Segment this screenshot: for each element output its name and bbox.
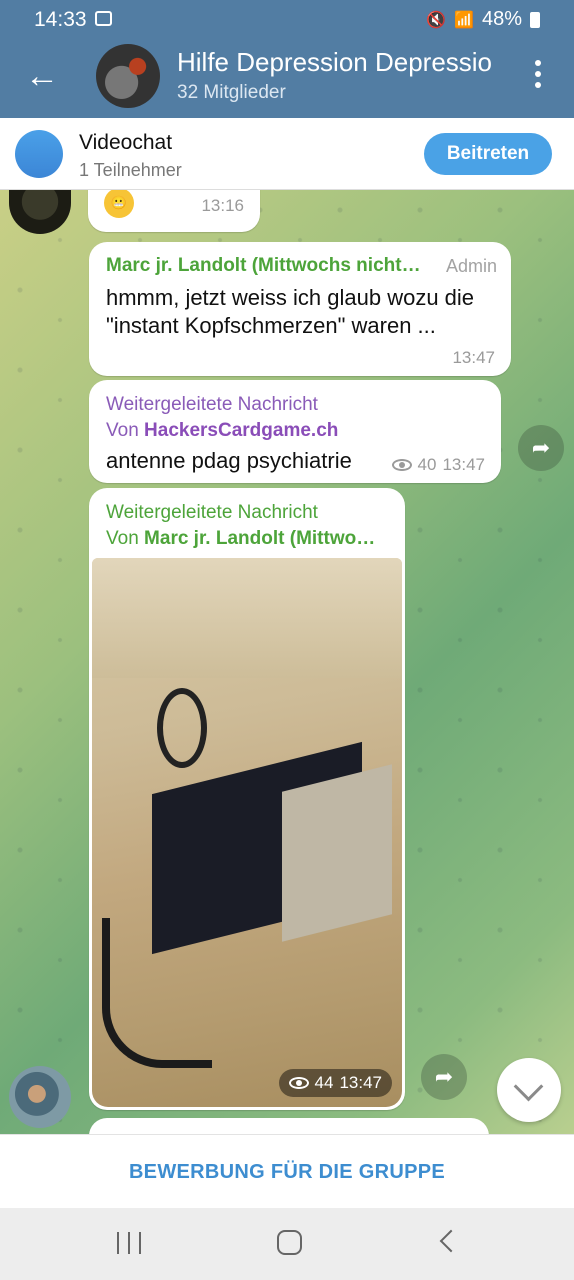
message-time: 13:47 (339, 1073, 382, 1092)
status-right: 🔇 📶 48% (426, 8, 540, 31)
battery-percent: 48% (481, 8, 522, 30)
share-forward-icon[interactable]: ➦ (518, 425, 564, 471)
status-time: 14:33 (34, 8, 87, 31)
back-arrow-icon[interactable]: ← (22, 56, 62, 96)
battery-icon (530, 11, 540, 28)
message-meta: 40 13:47 (391, 455, 485, 475)
forwarded-from[interactable]: Von HackersCardgame.ch (106, 420, 338, 442)
message-text: hmmm, jetzt weiss ich glaub wozu die "in… (106, 285, 475, 338)
sender-avatar[interactable] (9, 1066, 71, 1128)
forwarded-prefix: Von (106, 420, 139, 441)
forwarded-label: Weitergeleitete Nachricht (106, 502, 318, 523)
back-icon[interactable] (439, 1229, 463, 1253)
view-count: 44 (314, 1073, 334, 1092)
forwarded-source[interactable]: HackersCardgame.ch (144, 420, 338, 441)
photo-router-light (282, 764, 392, 942)
message-bubble[interactable]: 😬 13:16 (88, 190, 260, 232)
videochat-participants: 1 Teilnehmer (79, 160, 182, 180)
wifi-icon: 📶 (454, 11, 474, 29)
message-text: antenne pdag psychiatrie (106, 448, 352, 473)
grimacing-emoji: 😬 (104, 190, 134, 218)
videochat-title: Videochat (79, 131, 173, 154)
videochat-bar: Videochat 1 Teilnehmer Beitreten (0, 118, 574, 190)
view-count: 40 (417, 455, 437, 474)
recent-apps-icon[interactable] (117, 1232, 141, 1254)
gallery-notification-icon (95, 11, 112, 26)
message-bubble[interactable]: Marc jr. Landolt (Mittwochs nicht… Admin… (89, 242, 511, 376)
forwarded-source[interactable]: Marc jr. Landolt (Mittwo… (144, 528, 375, 549)
videochat-avatar (15, 130, 63, 178)
message-bubble-partial[interactable] (89, 1118, 489, 1134)
scroll-down-button[interactable] (497, 1058, 561, 1122)
chat-area[interactable]: 😬 13:16 Marc jr. Landolt (Mittwochs nich… (0, 190, 574, 1134)
chat-header: 14:33 🔇 📶 48% ← Hilfe Depression Depress… (0, 0, 574, 118)
views-eye-icon (391, 459, 412, 471)
message-time: 13:47 (452, 348, 495, 367)
forwarded-from[interactable]: Von Marc jr. Landolt (Mittwo… (106, 528, 375, 550)
photo-cable (102, 918, 212, 1068)
admin-badge: Admin (445, 256, 497, 276)
status-bar: 14:33 🔇 📶 48% (0, 0, 574, 38)
photo-meta: 44 13:47 (278, 1069, 392, 1097)
photo-ceiling (92, 558, 402, 678)
home-icon[interactable] (277, 1230, 302, 1255)
forwarded-photo-bubble[interactable]: Weitergeleitete Nachricht Von Marc jr. L… (89, 488, 405, 1110)
mute-icon: 🔇 (426, 11, 447, 29)
photo-router-antenna[interactable]: 44 13:47 (92, 558, 402, 1107)
message-sender[interactable]: Marc jr. Landolt (Mittwochs nicht… (106, 255, 421, 277)
views-eye-icon (288, 1077, 309, 1089)
group-avatar[interactable] (96, 44, 160, 108)
forwarded-message-bubble[interactable]: Weitergeleitete Nachricht Von HackersCar… (89, 380, 501, 483)
join-videochat-button[interactable]: Beitreten (424, 133, 552, 175)
more-menu-icon[interactable] (528, 60, 548, 94)
message-time: 13:47 (442, 455, 485, 474)
apply-to-group-button[interactable]: BEWERBUNG FÜR DIE GRUPPE (0, 1134, 574, 1208)
member-count: 32 Mitglieder (177, 82, 286, 103)
share-forward-icon[interactable]: ➦ (421, 1054, 467, 1100)
photo-antenna (157, 688, 207, 768)
message-time: 13:16 (201, 196, 244, 215)
forwarded-label: Weitergeleitete Nachricht (106, 394, 318, 415)
system-navigation-bar (0, 1208, 574, 1280)
forwarded-prefix: Von (106, 528, 139, 549)
group-title[interactable]: Hilfe Depression Depressio (177, 47, 507, 78)
